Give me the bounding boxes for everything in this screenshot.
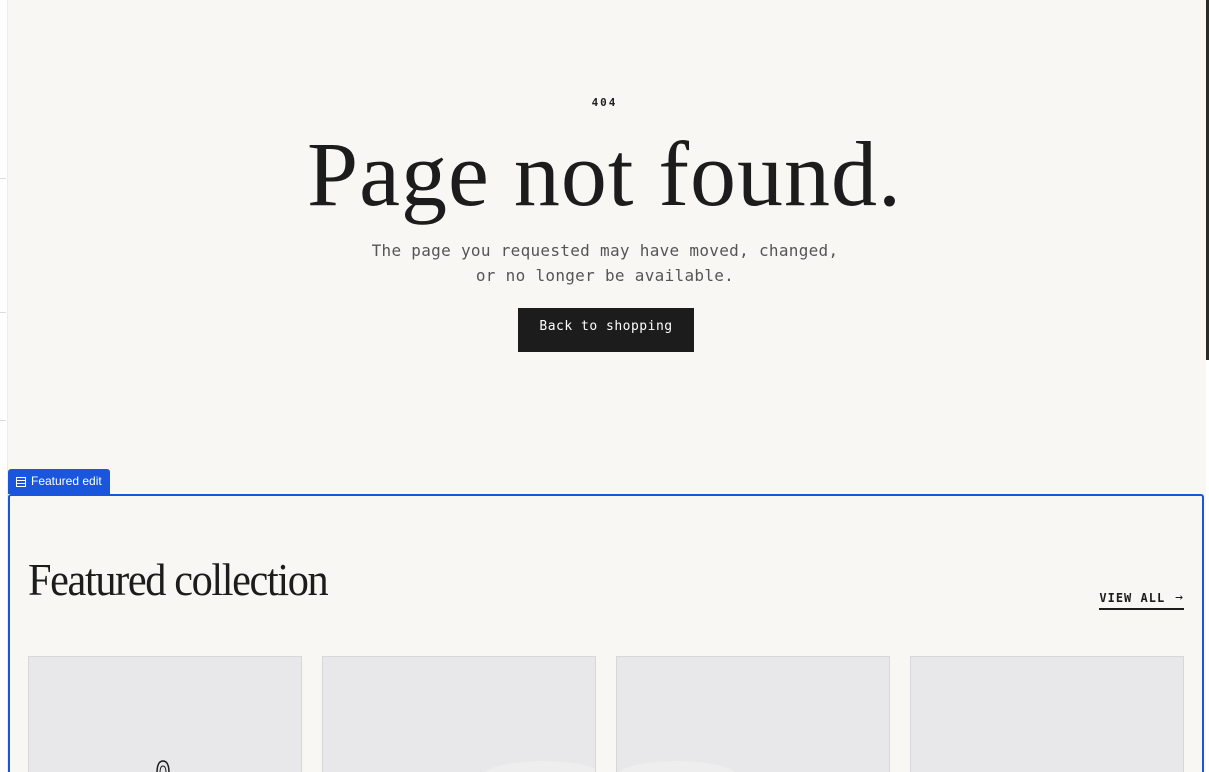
image-placeholder [617, 761, 737, 772]
featured-title: Featured collection [28, 554, 329, 605]
rail-divider [0, 420, 6, 421]
view-all-label: VIEW ALL [1099, 590, 1166, 605]
section-tag-label: Featured edit [31, 474, 102, 488]
product-card[interactable] [322, 656, 596, 772]
image-placeholder [483, 761, 595, 772]
product-card[interactable] [28, 656, 302, 772]
featured-collection-section[interactable]: Featured collection VIEW ALL → [8, 494, 1204, 772]
section-tag[interactable]: Featured edit [8, 469, 110, 494]
product-card[interactable] [616, 656, 890, 772]
editor-left-rail [0, 0, 8, 772]
rail-divider [0, 312, 6, 313]
page: 404 Page not found. The page you request… [0, 0, 1209, 772]
not-found-message: The page you requested may have moved, c… [371, 241, 839, 285]
error-code: 404 [591, 96, 618, 109]
back-to-shopping-button[interactable]: Back to shopping [518, 308, 694, 352]
product-grid [28, 656, 1184, 772]
section-layout-icon [16, 476, 26, 487]
bag-icon [149, 759, 177, 772]
view-all-link[interactable]: VIEW ALL → [1099, 590, 1184, 610]
page-title: Page not found. [306, 123, 903, 225]
arrow-right-icon: → [1175, 590, 1184, 605]
product-card[interactable] [910, 656, 1184, 772]
